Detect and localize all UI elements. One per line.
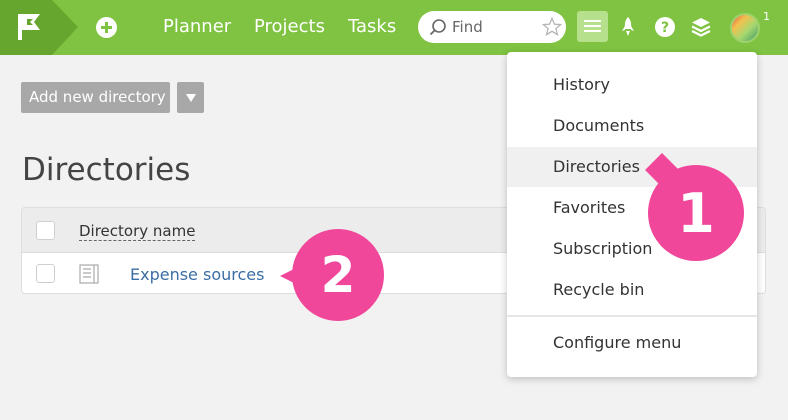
select-all-checkbox[interactable]: [36, 221, 55, 240]
menu-item-documents[interactable]: Documents: [507, 106, 757, 146]
search-box: [418, 11, 566, 43]
svg-text:?: ?: [661, 20, 669, 36]
column-header-directory-name[interactable]: Directory name: [79, 223, 196, 241]
search-input[interactable]: [452, 17, 532, 37]
star-icon[interactable]: [542, 17, 562, 37]
step-1-badge: 1: [648, 165, 744, 261]
menu-item-history[interactable]: History: [507, 65, 757, 105]
step-2-badge: 2: [292, 229, 384, 321]
flag-icon: [18, 14, 40, 40]
hamburger-menu-button[interactable]: [577, 11, 608, 42]
rocket-icon[interactable]: [621, 16, 635, 38]
directory-icon: [79, 264, 99, 284]
help-icon[interactable]: ?: [654, 16, 676, 38]
top-bar: Planner Projects Tasks ? 1: [0, 0, 788, 55]
search-icon: [429, 19, 446, 36]
directory-link-expense-sources[interactable]: Expense sources: [130, 265, 264, 284]
add-options-dropdown-button[interactable]: [177, 82, 204, 113]
avatar[interactable]: [730, 13, 760, 43]
notification-count: 1: [763, 10, 770, 23]
add-directory-button[interactable]: Add new directory: [21, 82, 170, 113]
layers-icon[interactable]: [690, 16, 712, 38]
nav-projects[interactable]: Projects: [254, 16, 325, 37]
nav-tasks[interactable]: Tasks: [348, 16, 396, 37]
menu-item-recycle-bin[interactable]: Recycle bin: [507, 270, 757, 310]
row-checkbox[interactable]: [36, 264, 55, 283]
menu-divider: [507, 315, 757, 317]
create-new-button[interactable]: [96, 17, 117, 38]
page-title: Directories: [22, 152, 191, 188]
app-logo[interactable]: [0, 0, 78, 55]
menu-item-configure-menu[interactable]: Configure menu: [507, 323, 757, 363]
nav-planner[interactable]: Planner: [163, 16, 231, 37]
